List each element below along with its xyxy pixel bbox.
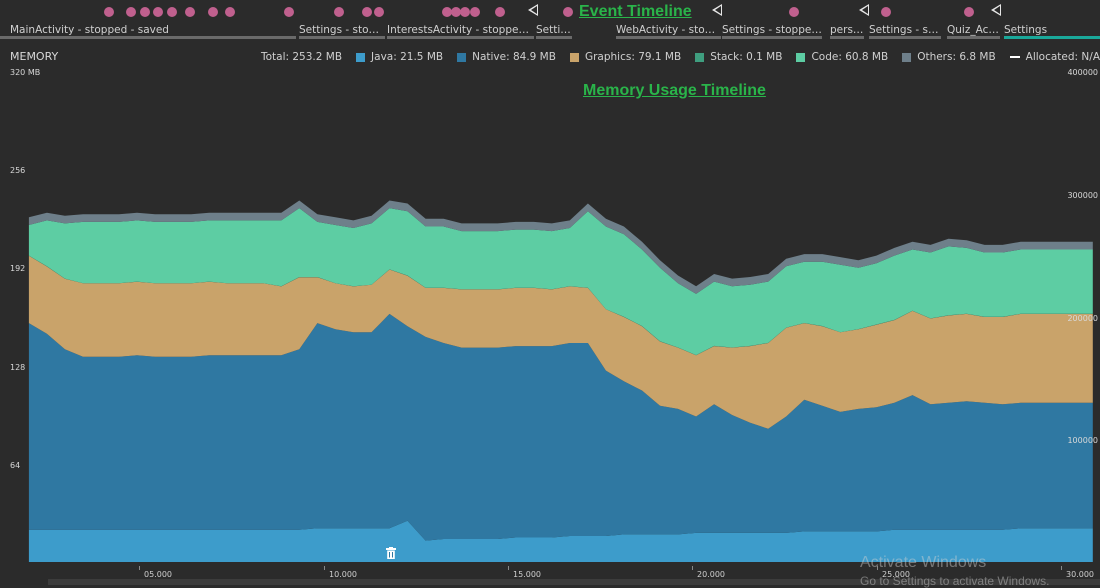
y-tick-left: 64 (10, 461, 21, 470)
x-tick-mark (324, 566, 325, 570)
legend-allocated-label: Allocated: N/A (1025, 51, 1100, 63)
event-timeline-title: Event Timeline (579, 3, 692, 20)
y-tick-left: 128 (10, 363, 26, 372)
legend-code-label: Code: 60.8 MB (811, 51, 889, 63)
activity-bar (947, 36, 1000, 39)
legend-swatch (569, 52, 579, 62)
legend-native: Native: 84.9 MB (457, 50, 556, 64)
activity-bar (387, 36, 534, 39)
legend-graphics-label: Graphics: 79.1 MB (584, 51, 682, 63)
touch-event-dot[interactable] (140, 7, 150, 17)
touch-event-dot[interactable] (104, 7, 114, 17)
touch-event-dot[interactable] (964, 7, 974, 17)
y-tick-right: 100000 (1067, 436, 1098, 445)
legend-allocated: Allocated: N/A (1009, 50, 1100, 64)
touch-event-dot[interactable] (284, 7, 294, 17)
touch-event-dot[interactable] (334, 7, 344, 17)
windows-activation-watermark: Activate Windows Go to Settings to activ… (860, 554, 1049, 588)
activity-bar (0, 36, 296, 39)
y-tick-left: 256 (10, 166, 26, 175)
touch-event-dot[interactable] (167, 7, 177, 17)
touch-event-dot[interactable] (495, 7, 505, 17)
legend-others: Others: 6.8 MB (902, 50, 996, 64)
legend-stack-label: Stack: 0.1 MB (710, 51, 783, 63)
x-tick-label: 20.000 (697, 570, 725, 579)
x-tick-mark (508, 566, 509, 570)
legend-java: Java: 21.5 MB (356, 50, 443, 64)
legend-java-label: Java: 21.5 MB (371, 51, 444, 63)
x-tick-label: 30.000 (1066, 570, 1094, 579)
legend-code: Code: 60.8 MB (796, 50, 888, 64)
x-tick-mark (692, 566, 693, 570)
touch-event-dot[interactable] (789, 7, 799, 17)
memory-legend: Total: 253.2 MB Java: 21.5 MB Native: 84… (247, 50, 1100, 64)
touch-event-dot[interactable] (126, 7, 136, 17)
event-timeline: Event Timeline MainActivity - stopped - … (0, 0, 1100, 45)
x-tick-mark (139, 566, 140, 570)
touch-event-dot[interactable] (460, 7, 470, 17)
y-tick-right: 400000 (1067, 68, 1098, 77)
legend-graphics: Graphics: 79.1 MB (569, 50, 682, 64)
back-button-event-icon[interactable] (712, 4, 722, 16)
activity-bar (299, 36, 385, 39)
legend-swatch (457, 52, 467, 62)
touch-event-dot[interactable] (362, 7, 372, 17)
legend-dash (1009, 56, 1020, 58)
x-tick-label: 05.000 (144, 570, 172, 579)
touch-event-dot[interactable] (225, 7, 235, 17)
legend-others-label: Others: 6.8 MB (917, 51, 996, 63)
legend-swatch (695, 52, 705, 62)
watermark-line1: Activate Windows (860, 554, 987, 571)
activity-bar (869, 36, 941, 39)
legend-total-label: Total: 253.2 MB (260, 51, 343, 63)
touch-event-dot[interactable] (470, 7, 480, 17)
touch-event-dot[interactable] (881, 7, 891, 17)
y-tick-right: 300000 (1067, 191, 1098, 200)
activity-bar-current (1004, 36, 1100, 39)
touch-event-dot[interactable] (563, 7, 573, 17)
memory-timeline-title: Memory Usage Timeline (583, 82, 766, 99)
back-button-event-icon[interactable] (991, 4, 1001, 16)
back-button-event-icon[interactable] (528, 4, 538, 16)
legend-stack: Stack: 0.1 MB (695, 50, 782, 64)
y-tick-right: 200000 (1067, 314, 1098, 323)
touch-event-dot[interactable] (153, 7, 163, 17)
memory-stacked-area-chart[interactable] (0, 64, 1100, 566)
memory-track-label: MEMORY (10, 50, 59, 63)
legend-swatch (356, 52, 366, 62)
watermark-line2: Go to Settings to activate Windows. (860, 574, 1050, 588)
legend-swatch (796, 52, 806, 62)
x-tick-label: 15.000 (513, 570, 541, 579)
legend-swatch (902, 52, 912, 62)
y-tick-left: 320 MB (10, 68, 41, 77)
garbage-collection-icon[interactable] (386, 547, 396, 559)
activity-bar (616, 36, 721, 39)
activity-bar (536, 36, 572, 39)
x-tick-label: 10.000 (329, 570, 357, 579)
touch-event-dot[interactable] (374, 7, 384, 17)
x-tick-mark (1061, 566, 1062, 570)
activity-bar (830, 36, 864, 39)
touch-event-dot[interactable] (208, 7, 218, 17)
activity-bar (722, 36, 822, 39)
back-button-event-icon[interactable] (859, 4, 869, 16)
touch-event-dot[interactable] (185, 7, 195, 17)
legend-native-label: Native: 84.9 MB (472, 51, 556, 63)
y-tick-left: 192 (10, 264, 26, 273)
legend-total: Total: 253.2 MB (261, 50, 342, 64)
